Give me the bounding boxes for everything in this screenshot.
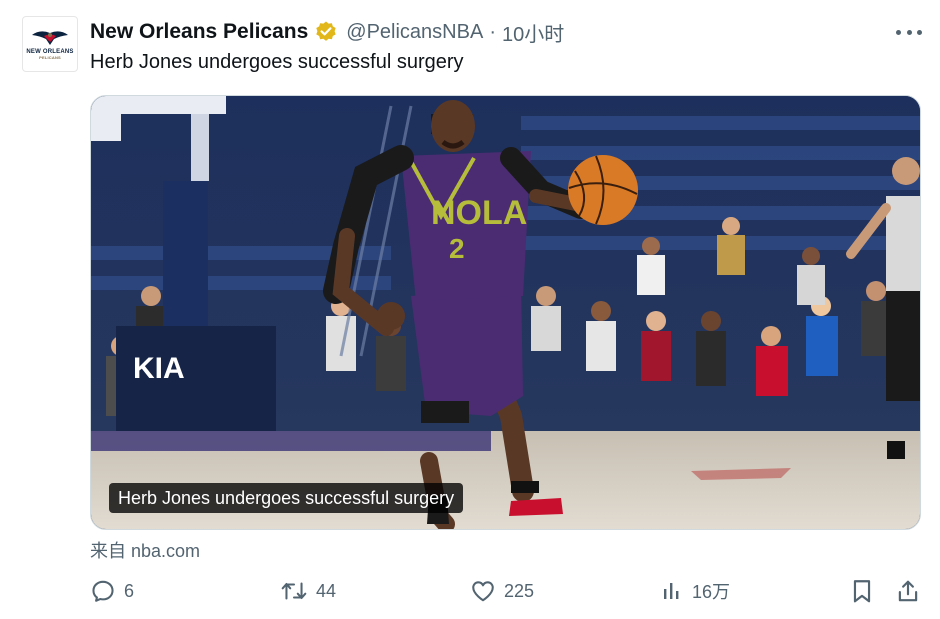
verified-badge-icon (314, 20, 338, 44)
retweet-icon (281, 582, 307, 600)
bar-chart-icon (664, 583, 679, 599)
display-name[interactable]: New Orleans Pelicans (90, 20, 308, 44)
reply-icon (92, 580, 114, 602)
tweet-header: New Orleans Pelicans @PelicansNBA · 10小时 (90, 18, 564, 46)
action-bar: 6 44 225 16万 (90, 574, 922, 608)
jersey-number: 2 (449, 233, 465, 264)
retweet-count: 44 (316, 580, 337, 601)
timestamp[interactable]: 10小时 (502, 18, 564, 47)
like-button[interactable]: 225 (470, 574, 534, 608)
link-source[interactable]: 来自 nba.com (90, 537, 200, 563)
separator-dot: · (489, 20, 496, 43)
media-caption: Herb Jones undergoes successful surgery (109, 483, 464, 513)
bookmark-button[interactable] (850, 574, 874, 608)
reply-count: 6 (124, 580, 135, 601)
retweet-button[interactable]: 44 (280, 574, 336, 608)
pelicans-logo-icon (32, 31, 68, 45)
views-count: 16万 (692, 582, 731, 602)
reply-button[interactable]: 6 (90, 574, 134, 608)
basketball-photo: KIA NOLA 2 (91, 96, 920, 529)
avatar-logo-subtext: PELICANS (39, 55, 61, 60)
media-card[interactable]: KIA NOLA 2 Herb Jones undergoes successf… (90, 95, 921, 530)
share-button[interactable] (896, 574, 920, 608)
more-dots-icon[interactable] (896, 22, 922, 42)
jersey-text: NOLA (431, 194, 527, 232)
views-button[interactable]: 16万 (662, 574, 730, 608)
handle[interactable]: @PelicansNBA (346, 21, 483, 44)
heart-icon (472, 581, 494, 602)
tweet-text: Herb Jones undergoes successful surgery (90, 51, 464, 73)
like-count: 225 (504, 580, 535, 601)
bookmark-icon (853, 580, 871, 603)
court-sign-text: KIA (133, 352, 185, 385)
avatar[interactable]: NEW ORLEANS PELICANS (22, 16, 78, 72)
share-icon (898, 580, 918, 602)
